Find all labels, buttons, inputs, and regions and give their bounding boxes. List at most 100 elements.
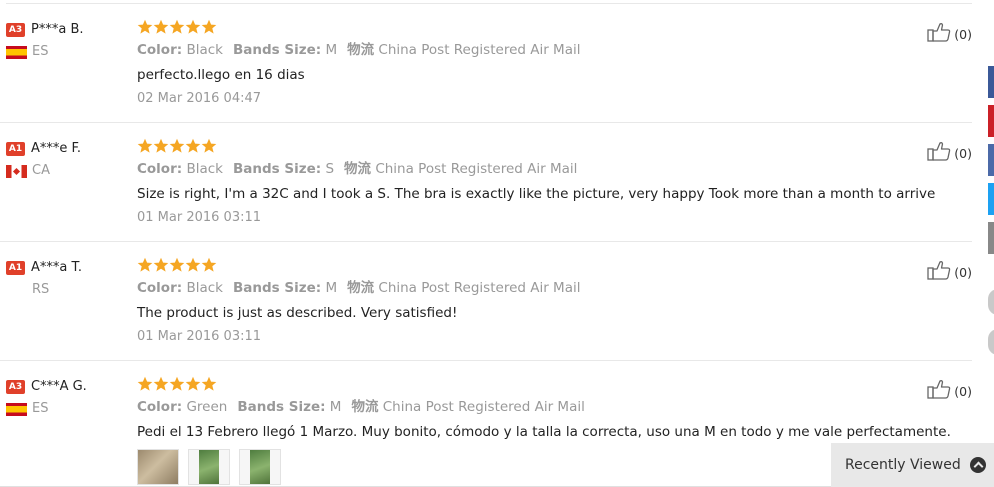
color-value: Black xyxy=(186,280,223,296)
recently-viewed-label: Recently Viewed xyxy=(845,457,961,473)
thumbs-up-icon xyxy=(927,141,951,165)
buyer-country: ES xyxy=(6,400,126,418)
star-rating xyxy=(137,257,927,275)
review-item: A3 P***a B. ES Color: Black Bands Size: M 物流 … xyxy=(0,4,972,123)
helpful-button[interactable]: (0) xyxy=(927,22,972,46)
buyer-level-badge: A1 xyxy=(6,260,25,275)
country-flag-icon xyxy=(6,45,27,59)
thumbs-up-icon xyxy=(927,379,951,403)
review-photos xyxy=(137,449,927,485)
color-label: Color: xyxy=(137,161,183,177)
star-rating xyxy=(137,19,927,37)
shipping-value: China Post Registered Air Mail xyxy=(378,280,581,296)
star-icon xyxy=(201,138,217,158)
buyer-name: P***a B. xyxy=(31,22,84,37)
review-text: perfecto.llego en 16 dias xyxy=(137,67,305,83)
color-value: Black xyxy=(186,161,223,177)
buyer-level-badge: A3 xyxy=(6,22,25,37)
chevron-up-circle-icon xyxy=(969,457,986,473)
share-tab-button[interactable] xyxy=(988,183,994,215)
buyer-info: A1 A***e F. CA xyxy=(6,138,126,180)
size-label: Bands Size: xyxy=(237,399,326,415)
review-content: Color: Black Bands Size: M 物流 China Post R… xyxy=(137,19,927,108)
size-label: Bands Size: xyxy=(232,42,322,58)
shipping-label: 物流 xyxy=(347,280,375,296)
buyer-level-badge: A3 xyxy=(6,379,25,394)
shipping-value: China Post Registered Air Mail xyxy=(375,161,578,177)
recently-viewed-button[interactable]: Recently Viewed xyxy=(831,443,994,487)
buyer-info: A3 C***A G. ES xyxy=(6,376,126,418)
helpful-button[interactable]: (0) xyxy=(927,260,972,284)
share-tab-button[interactable] xyxy=(988,105,994,137)
buyer-name: A***a T. xyxy=(31,260,83,275)
buyer-info: A3 P***a B. ES xyxy=(6,19,126,61)
buyer-country: RS xyxy=(6,281,126,299)
buyer-name: A***e F. xyxy=(31,141,82,156)
color-label: Color: xyxy=(137,399,183,415)
review-date: 01 Mar 2016 03:11 xyxy=(137,329,262,344)
size-label: Bands Size: xyxy=(232,161,322,177)
size-value: M xyxy=(325,280,338,296)
country-code: ES xyxy=(32,44,49,59)
review-item: A1 A***e F. CA Color: Black Bands Size: S 物流 … xyxy=(0,123,972,242)
review-date: 01 Mar 2016 03:11 xyxy=(137,210,262,225)
review-item: A1 A***a T. RS Color: Black Bands Size: M 物流 … xyxy=(0,242,972,361)
review-content: Color: Black Bands Size: M 物流 China Post R… xyxy=(137,257,927,346)
review-content: Color: Green Bands Size: M 物流 China Post R… xyxy=(137,376,951,485)
review-text: Size is right, I'm a 32C and I took a S.… xyxy=(137,186,936,202)
buyer-level-badge: A1 xyxy=(6,141,25,156)
review-date: 02 Mar 2016 04:47 xyxy=(137,91,262,106)
share-sidebar xyxy=(988,66,994,261)
review-text: Pedi el 13 Febrero llegó 1 Marzo. Muy bo… xyxy=(137,424,951,440)
review-photo-thumbnail[interactable] xyxy=(239,449,281,485)
color-value: Green xyxy=(186,399,228,415)
side-scroll-button[interactable] xyxy=(988,289,994,315)
star-icon xyxy=(201,19,217,39)
star-icon xyxy=(169,19,185,39)
star-icon xyxy=(185,19,201,39)
side-circle-buttons xyxy=(988,289,994,369)
shipping-value: China Post Registered Air Mail xyxy=(378,42,581,58)
share-tab-button[interactable] xyxy=(988,66,994,98)
star-icon xyxy=(185,257,201,277)
share-tab-button[interactable] xyxy=(988,144,994,176)
size-value: M xyxy=(329,399,342,415)
size-value: S xyxy=(325,161,335,177)
side-scroll-button[interactable] xyxy=(988,329,994,355)
buyer-name: C***A G. xyxy=(31,379,87,394)
star-icon xyxy=(153,257,169,277)
buyer-country: CA xyxy=(6,162,126,180)
star-icon xyxy=(153,19,169,39)
country-flag-icon xyxy=(6,164,27,178)
helpful-button[interactable]: (0) xyxy=(927,141,972,165)
size-value: M xyxy=(325,42,338,58)
helpful-button[interactable]: (0) xyxy=(927,379,972,403)
review-content: Color: Black Bands Size: S 物流 China Post R… xyxy=(137,138,936,227)
country-code: ES xyxy=(32,401,49,416)
color-label: Color: xyxy=(137,42,183,58)
helpful-count: (0) xyxy=(954,145,972,161)
shipping-label: 物流 xyxy=(351,399,379,415)
star-icon xyxy=(201,257,217,277)
star-rating xyxy=(137,138,927,156)
review-photo-thumbnail[interactable] xyxy=(137,449,179,485)
thumbs-up-icon xyxy=(927,22,951,46)
thumbs-up-icon xyxy=(927,260,951,284)
star-icon xyxy=(169,376,185,396)
star-icon xyxy=(201,376,217,396)
country-flag-icon xyxy=(6,402,27,416)
shipping-value: China Post Registered Air Mail xyxy=(382,399,585,415)
order-attributes: Color: Black Bands Size: S 物流 China Post R… xyxy=(137,160,927,178)
review-photo-thumbnail[interactable] xyxy=(188,449,230,485)
star-rating xyxy=(137,376,927,394)
shipping-label: 物流 xyxy=(347,42,375,58)
buyer-country: ES xyxy=(6,43,126,61)
order-attributes: Color: Black Bands Size: M 物流 China Post R… xyxy=(137,279,927,297)
star-icon xyxy=(153,376,169,396)
size-label: Bands Size: xyxy=(232,280,322,296)
helpful-count: (0) xyxy=(954,26,972,42)
shipping-label: 物流 xyxy=(344,161,372,177)
helpful-count: (0) xyxy=(954,383,972,399)
helpful-count: (0) xyxy=(954,264,972,280)
share-tab-button[interactable] xyxy=(988,222,994,254)
